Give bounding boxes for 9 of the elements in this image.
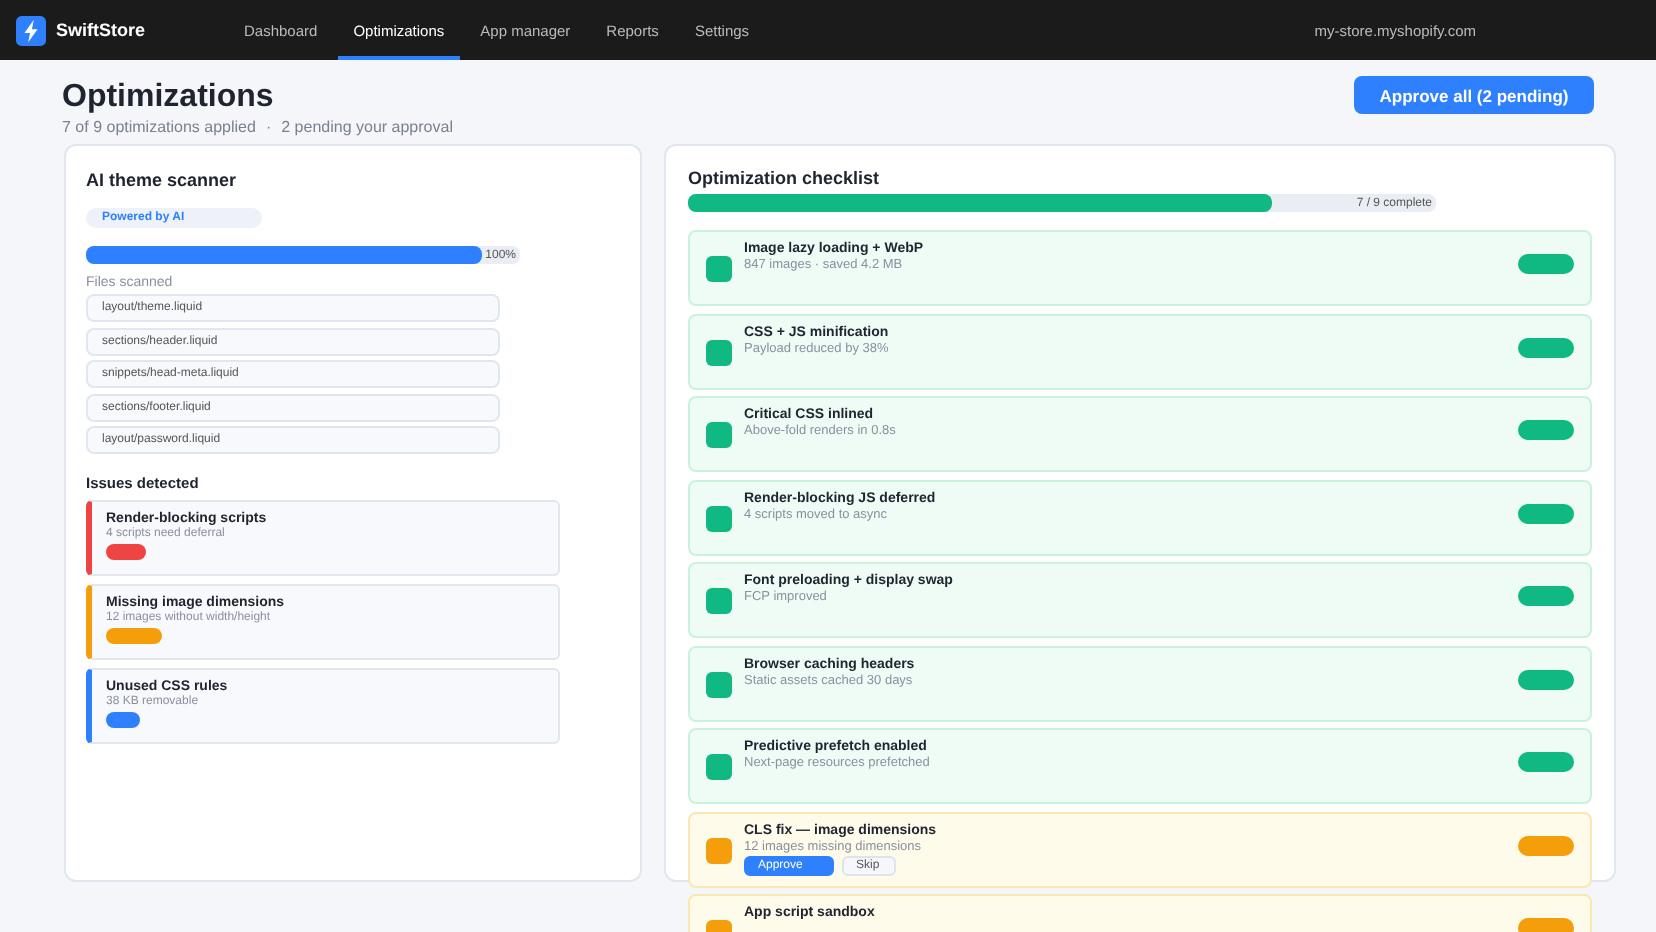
applied-count: 7 of 9 optimizations applied bbox=[62, 118, 256, 136]
card-title: AI theme scanner bbox=[86, 170, 239, 190]
page-title: Optimizations bbox=[62, 78, 276, 118]
pending-count: 2 pending your approval bbox=[281, 118, 453, 136]
lightning-logo-icon bbox=[16, 15, 46, 45]
separator-dot: · bbox=[265, 118, 272, 136]
card-title: Optimization checklist bbox=[688, 168, 882, 188]
brand-name: SwiftStore bbox=[56, 20, 146, 40]
approve-all-button[interactable]: Approve all (2 pending) bbox=[1354, 76, 1594, 114]
